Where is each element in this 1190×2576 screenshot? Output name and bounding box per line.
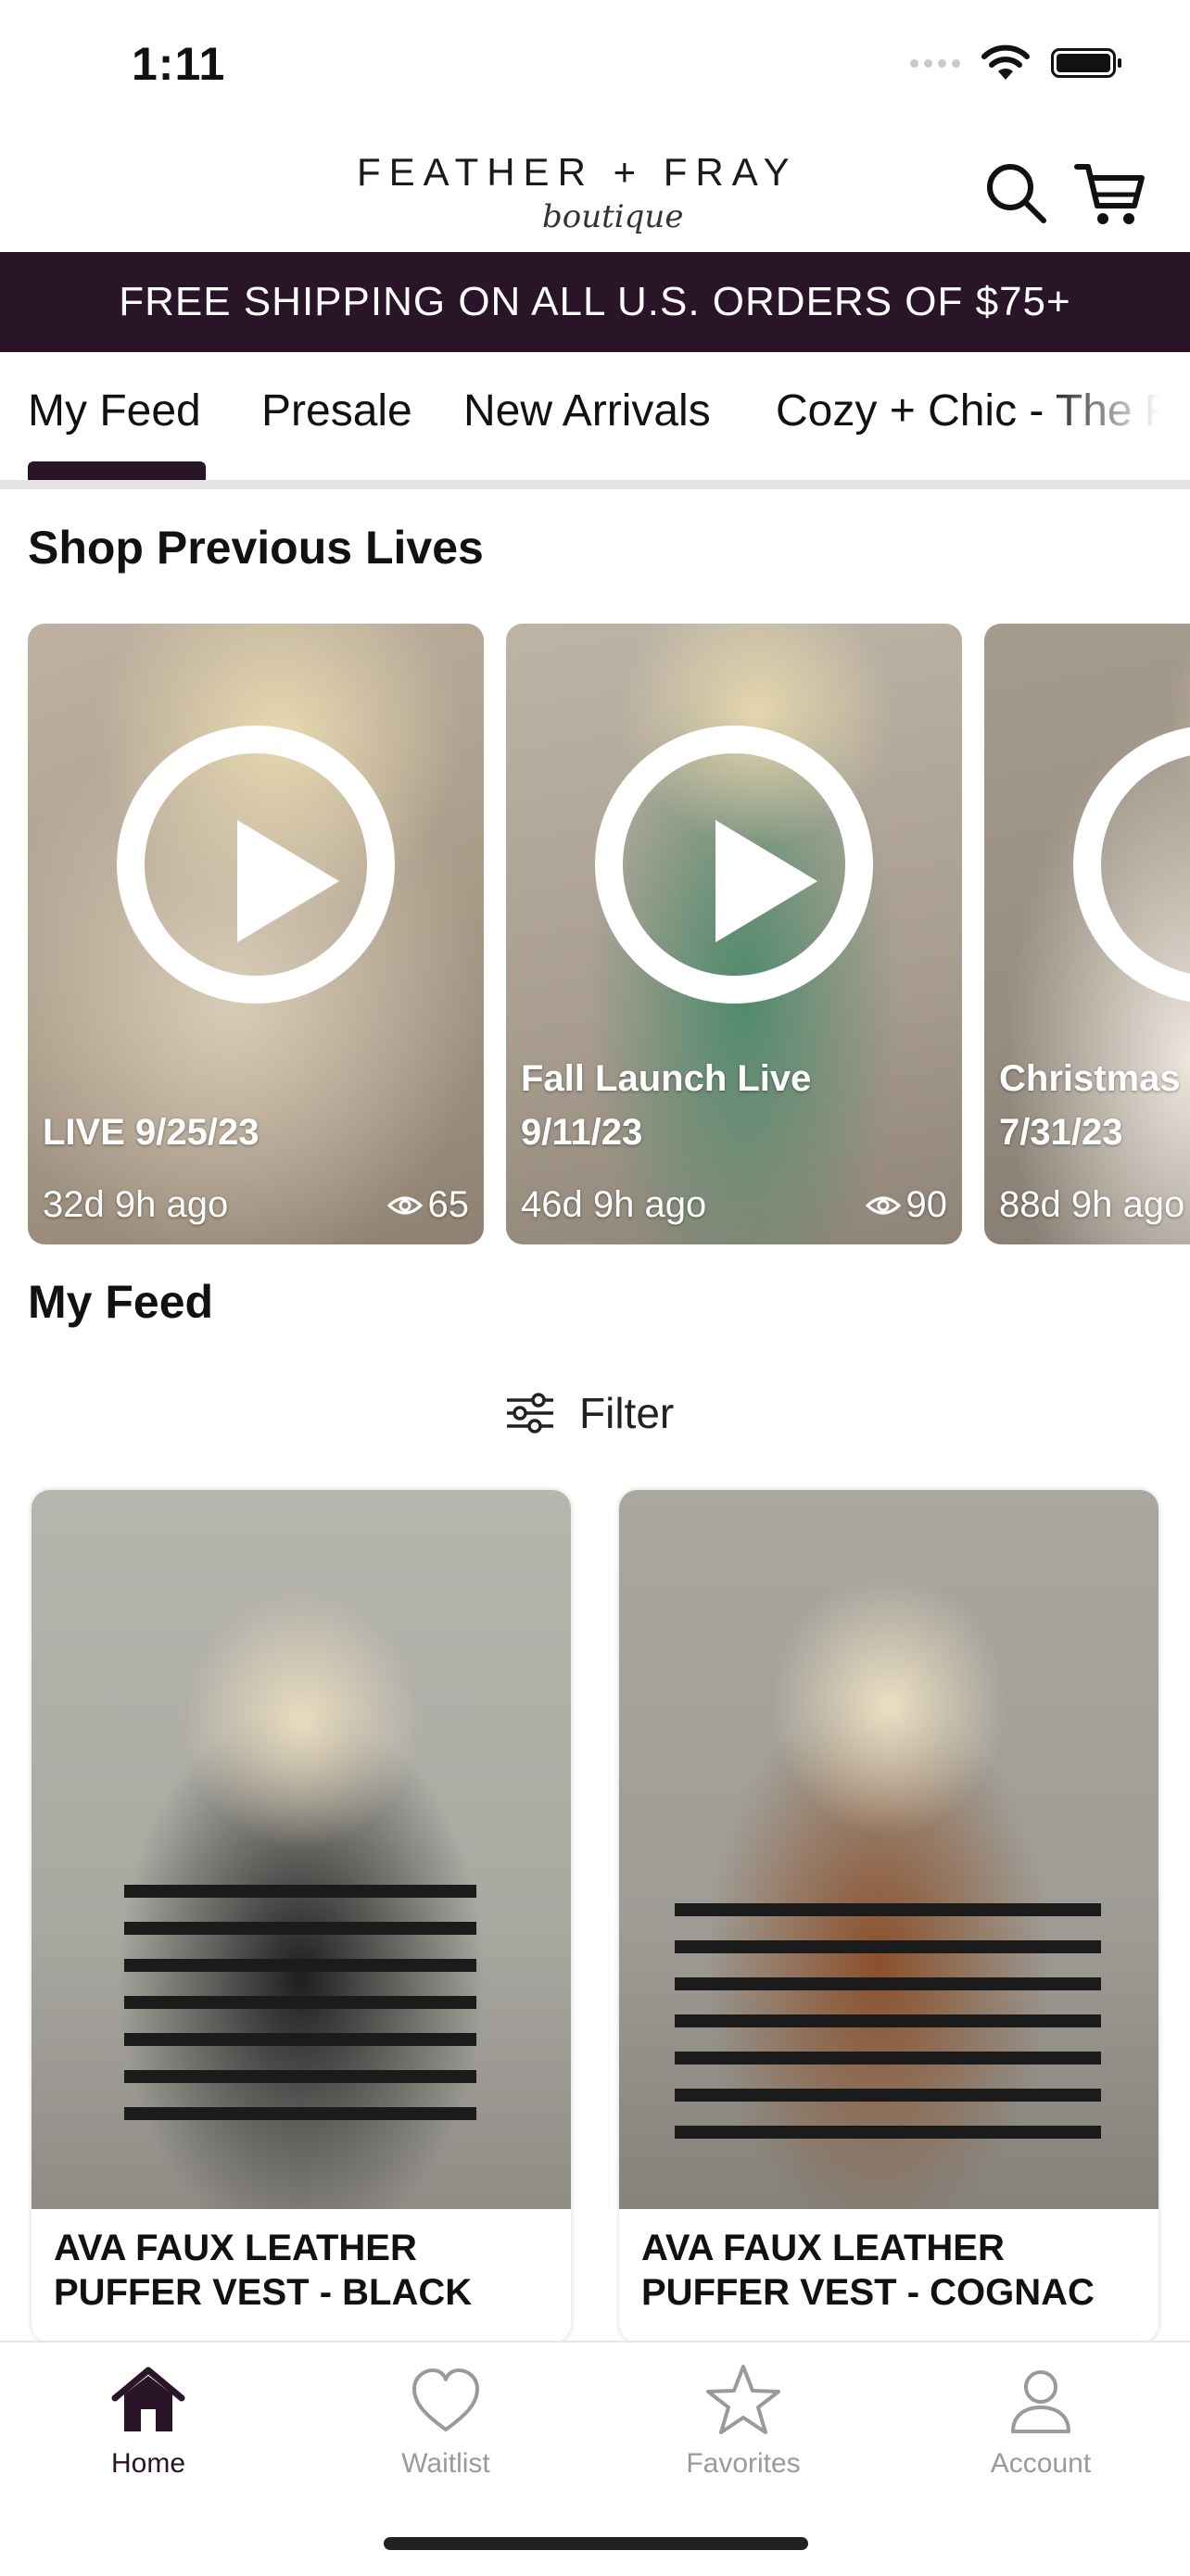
status-icons <box>910 44 1121 82</box>
live-date: 9/11/23 <box>521 1112 643 1153</box>
promo-text: FREE SHIPPING ON ALL U.S. ORDERS OF $75+ <box>119 279 1071 324</box>
brand-logo[interactable]: FEATHER + FRAY boutique <box>357 150 790 243</box>
nav-label: Waitlist <box>401 2448 490 2479</box>
home-indicator <box>384 2537 808 2550</box>
person-icon <box>1011 2370 1070 2433</box>
live-view-count: 90 <box>865 1184 948 1226</box>
wifi-icon <box>981 44 1030 80</box>
live-card[interactable]: Christmas 7/31/23 88d 9h ago <box>984 624 1190 1244</box>
app-header: FEATHER + FRAY boutique <box>0 130 1190 252</box>
nav-favorites[interactable]: Favorites <box>651 2361 836 2480</box>
previous-lives-carousel[interactable]: LIVE 9/25/23 32d 9h ago 65 Fall Launch L… <box>28 624 1190 1244</box>
product-card[interactable]: AVA FAUX LEATHER PUFFER VEST - BLACK <box>32 1490 571 2342</box>
product-name: AVA FAUX LEATHER PUFFER VEST - COGNAC <box>641 2228 1095 2313</box>
live-view-count: 65 <box>386 1184 470 1226</box>
product-card[interactable]: AVA FAUX LEATHER PUFFER VEST - COGNAC <box>619 1490 1158 2342</box>
tabs-fade <box>1042 352 1190 480</box>
cart-icon <box>1074 164 1145 224</box>
search-button[interactable] <box>981 158 1055 232</box>
eye-icon <box>386 1196 423 1214</box>
play-icon[interactable] <box>595 726 873 1004</box>
product-name: AVA FAUX LEATHER PUFFER VEST - BLACK <box>54 2228 473 2313</box>
home-icon <box>111 2367 185 2431</box>
play-icon[interactable] <box>117 726 395 1004</box>
cart-button[interactable] <box>1073 158 1147 232</box>
live-title: Fall Launch Live <box>521 1058 812 1099</box>
nav-waitlist[interactable]: Waitlist <box>353 2361 538 2480</box>
heart-icon <box>412 2368 479 2431</box>
brand-name: FEATHER + FRAY <box>357 150 798 194</box>
search-icon <box>987 164 1046 223</box>
tab-my-feed[interactable]: My Feed <box>28 385 201 436</box>
active-tab-indicator <box>28 461 206 480</box>
my-feed-title: My Feed <box>28 1276 214 1328</box>
live-time-ago: 32d 9h ago <box>43 1184 229 1225</box>
product-image <box>619 1490 1158 2209</box>
promo-banner[interactable]: FREE SHIPPING ON ALL U.S. ORDERS OF $75+ <box>0 252 1190 352</box>
live-title: LIVE 9/25/23 <box>43 1112 260 1153</box>
product-image <box>32 1490 571 2209</box>
live-date: 7/31/23 <box>999 1112 1123 1153</box>
nav-home[interactable]: Home <box>56 2361 241 2480</box>
eye-icon <box>865 1196 901 1214</box>
filter-label: Filter <box>579 1389 675 1437</box>
category-tabs: My Feed Presale New Arrivals Cozy + Chic… <box>0 352 1190 489</box>
cellular-signal-icon <box>910 58 960 68</box>
battery-icon <box>1051 48 1121 78</box>
brand-subtitle: boutique <box>542 198 684 235</box>
previous-lives-title: Shop Previous Lives <box>28 522 484 574</box>
filter-button[interactable]: Filter <box>505 1381 674 1446</box>
tab-new-arrivals[interactable]: New Arrivals <box>463 385 711 436</box>
nav-label: Home <box>110 2448 186 2479</box>
status-bar: 1:11 <box>0 0 1190 130</box>
live-time-ago: 46d 9h ago <box>521 1184 707 1225</box>
tab-presale[interactable]: Presale <box>261 385 412 436</box>
live-time-ago: 88d 9h ago <box>999 1184 1185 1225</box>
nav-label: Account <box>990 2448 1092 2479</box>
live-card[interactable]: LIVE 9/25/23 32d 9h ago 65 <box>28 624 484 1244</box>
view-count-value: 65 <box>427 1184 470 1225</box>
status-time: 1:11 <box>132 38 226 90</box>
sliders-icon <box>507 1393 553 1433</box>
live-card[interactable]: Fall Launch Live 9/11/23 46d 9h ago 90 <box>506 624 962 1244</box>
nav-label: Favorites <box>686 2448 801 2479</box>
nav-account[interactable]: Account <box>948 2361 1133 2480</box>
star-icon <box>706 2365 780 2434</box>
view-count-value: 90 <box>905 1184 948 1225</box>
live-title: Christmas <box>999 1058 1181 1099</box>
